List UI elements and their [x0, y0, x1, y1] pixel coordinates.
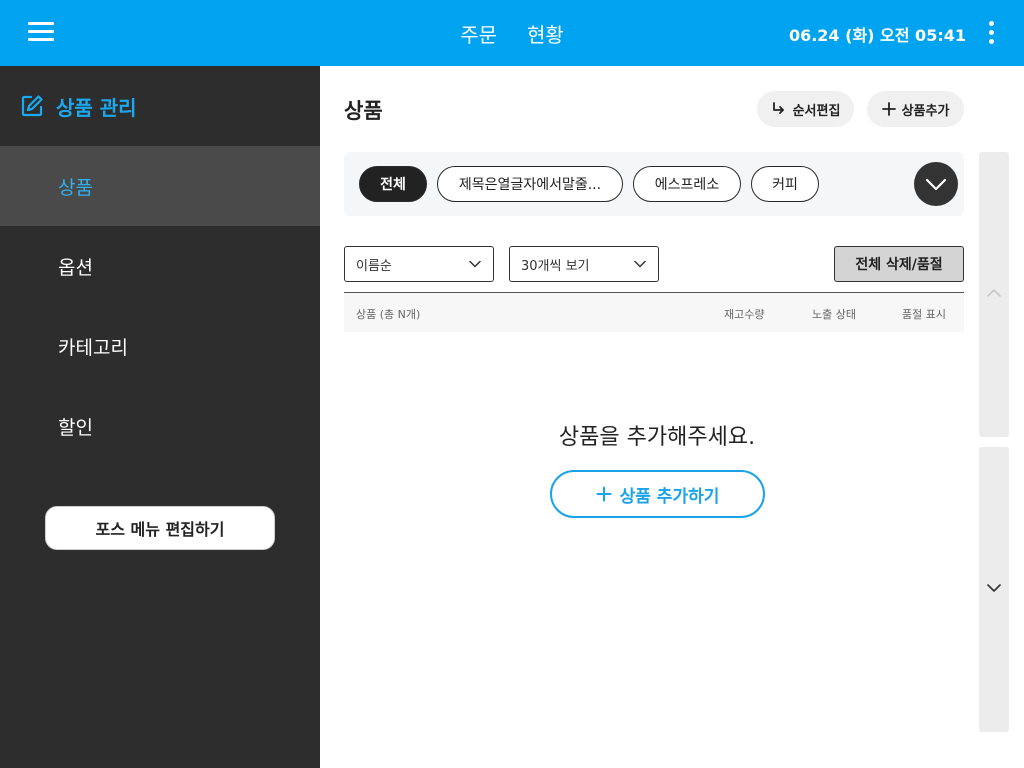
vertical-dots-icon[interactable]: [984, 19, 1000, 47]
tab-status[interactable]: 현황: [527, 19, 564, 48]
product-table-header: 상품 (총 N개) 재고수량 노출 상태 품절 표시: [344, 292, 964, 332]
sidebar-item-options[interactable]: 옵션: [0, 226, 320, 306]
sort-select[interactable]: 이름순: [344, 246, 494, 282]
expand-categories-button[interactable]: [914, 162, 958, 206]
sidebar-item-discounts[interactable]: 할인: [0, 386, 320, 466]
return-arrow-icon: [772, 102, 784, 114]
top-bar: 주문 현황 06.24 (화) 오전 05:41: [0, 0, 1024, 66]
datetime-display: 06.24 (화) 오전 05:41: [788, 26, 966, 45]
page-size-select-value: 30개씩 보기: [521, 258, 590, 274]
plus-icon: [596, 486, 612, 502]
column-header-soldout: 품절 표시: [902, 308, 946, 321]
plus-icon: [881, 102, 896, 116]
category-chip-long-title[interactable]: 제목은열글자에서말줄...: [437, 166, 623, 202]
sidebar-title: 상품 관리: [56, 95, 137, 120]
edit-icon: [21, 95, 43, 117]
hamburger-icon[interactable]: [26, 20, 56, 44]
empty-state-add-product-label: 상품 추가하기: [619, 486, 720, 507]
edit-pos-menu-button[interactable]: 포스 메뉴 편집하기: [45, 506, 275, 550]
add-product-top-button[interactable]: 상품추가: [867, 91, 964, 127]
sidebar-header: 상품 관리: [20, 90, 137, 122]
sidebar: 상품 관리 상품 옵션 카테고리 할인 포스 메뉴 편집하기: [0, 66, 320, 768]
reorder-button[interactable]: 순서편집: [757, 91, 854, 127]
sort-select-value: 이름순: [356, 258, 392, 274]
page-size-select[interactable]: 30개씩 보기: [509, 246, 659, 282]
empty-state-add-product-button[interactable]: 상품 추가하기: [550, 470, 765, 518]
category-filter-bar: 전체 제목은열글자에서말줄... 에스프레소 커피: [344, 152, 964, 216]
column-header-visibility: 노출 상태: [812, 308, 856, 321]
chevron-down-icon: [987, 584, 1001, 592]
page-title: 상품: [344, 99, 383, 123]
scroll-down-button[interactable]: [979, 447, 1009, 732]
empty-state-message: 상품을 추가해주세요.: [558, 425, 756, 450]
category-chip-coffee[interactable]: 커피: [751, 166, 819, 202]
column-header-stock: 재고수량: [724, 308, 765, 321]
category-chip-espresso[interactable]: 에스프레소: [633, 166, 741, 202]
sidebar-item-products[interactable]: 상품: [0, 146, 320, 226]
scroll-up-button[interactable]: [979, 152, 1009, 437]
category-chip-all[interactable]: 전체: [359, 166, 427, 202]
add-product-top-label: 상품추가: [901, 103, 950, 119]
chevron-down-icon: [634, 260, 646, 268]
tab-orders[interactable]: 주문: [460, 19, 497, 48]
delete-all-soldout-button[interactable]: 전체 삭제/품절: [834, 246, 964, 282]
reorder-button-label: 순서편집: [792, 103, 841, 119]
chevron-down-icon: [469, 260, 481, 268]
sidebar-item-categories[interactable]: 카테고리: [0, 306, 320, 386]
chevron-up-icon: [987, 289, 1001, 297]
chevron-down-icon: [925, 178, 947, 191]
column-header-product: 상품 (총 N개): [356, 308, 421, 321]
